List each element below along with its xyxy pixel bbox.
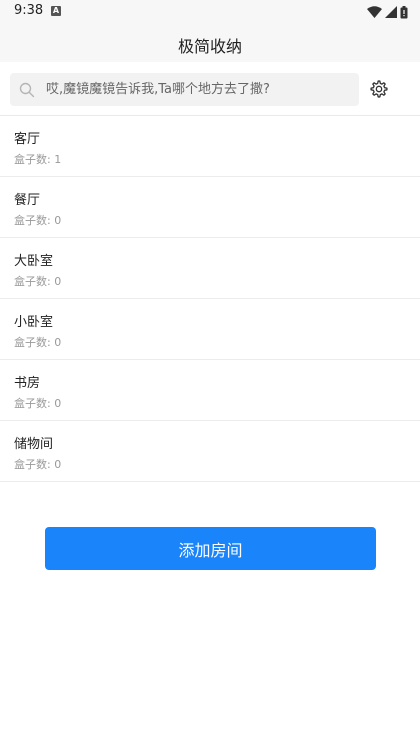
search-box[interactable]: [10, 73, 359, 106]
box-count-value: 0: [54, 458, 62, 471]
list-item[interactable]: 餐厅 盒子数: 0: [0, 177, 420, 238]
box-count-label: 盒子数:: [14, 153, 55, 166]
room-box-count: 盒子数: 0: [14, 212, 61, 228]
room-name: 储物间: [14, 437, 54, 452]
room-box-count: 盒子数: 0: [14, 395, 61, 411]
room-name: 小卧室: [14, 315, 54, 330]
box-count-label: 盒子数:: [14, 458, 55, 471]
box-count-label: 盒子数:: [14, 336, 55, 349]
box-count-label: 盒子数:: [14, 275, 55, 288]
list-item[interactable]: 客厅 盒子数: 1: [0, 116, 420, 177]
notification-icon: A: [51, 6, 61, 16]
list-item[interactable]: 储物间 盒子数: 0: [0, 421, 420, 482]
room-name: 餐厅: [14, 193, 41, 208]
room-name: 客厅: [14, 132, 41, 147]
room-name: 大卧室: [14, 254, 54, 269]
box-count-label: 盒子数:: [14, 397, 55, 410]
list-item[interactable]: 大卧室 盒子数: 0: [0, 238, 420, 299]
add-room-button[interactable]: 添加房间: [45, 527, 376, 570]
cell-signal-icon: [385, 6, 397, 18]
page-title: 极简收纳: [177, 37, 242, 56]
room-box-count: 盒子数: 0: [14, 456, 61, 472]
list-item[interactable]: 小卧室 盒子数: 0: [0, 299, 420, 360]
box-count-value: 0: [54, 336, 62, 349]
search-input[interactable]: [46, 73, 351, 106]
wifi-icon: [367, 6, 382, 18]
room-list: 客厅 盒子数: 1 餐厅 盒子数: 0 大卧室 盒子数: 0 小卧室 盒子数: …: [0, 116, 420, 482]
search-icon: [19, 82, 35, 98]
list-item[interactable]: 书房 盒子数: 0: [0, 360, 420, 421]
room-box-count: 盒子数: 0: [14, 273, 61, 289]
room-name: 书房: [14, 376, 41, 391]
box-count-value: 0: [54, 397, 62, 410]
box-count-label: 盒子数:: [14, 214, 55, 227]
box-count-value: 0: [54, 214, 62, 227]
status-bar: 9:38 A: [0, 0, 420, 24]
gear-icon[interactable]: [369, 79, 389, 99]
status-time: 9:38: [14, 3, 44, 18]
box-count-value: 0: [54, 275, 62, 288]
box-count-value: 1: [54, 153, 62, 166]
battery-icon: [400, 5, 408, 18]
search-bar: [0, 62, 420, 116]
status-icons: [364, 5, 408, 19]
room-box-count: 盒子数: 1: [14, 151, 61, 167]
app-header: 极简收纳: [0, 24, 420, 62]
room-box-count: 盒子数: 0: [14, 334, 61, 350]
